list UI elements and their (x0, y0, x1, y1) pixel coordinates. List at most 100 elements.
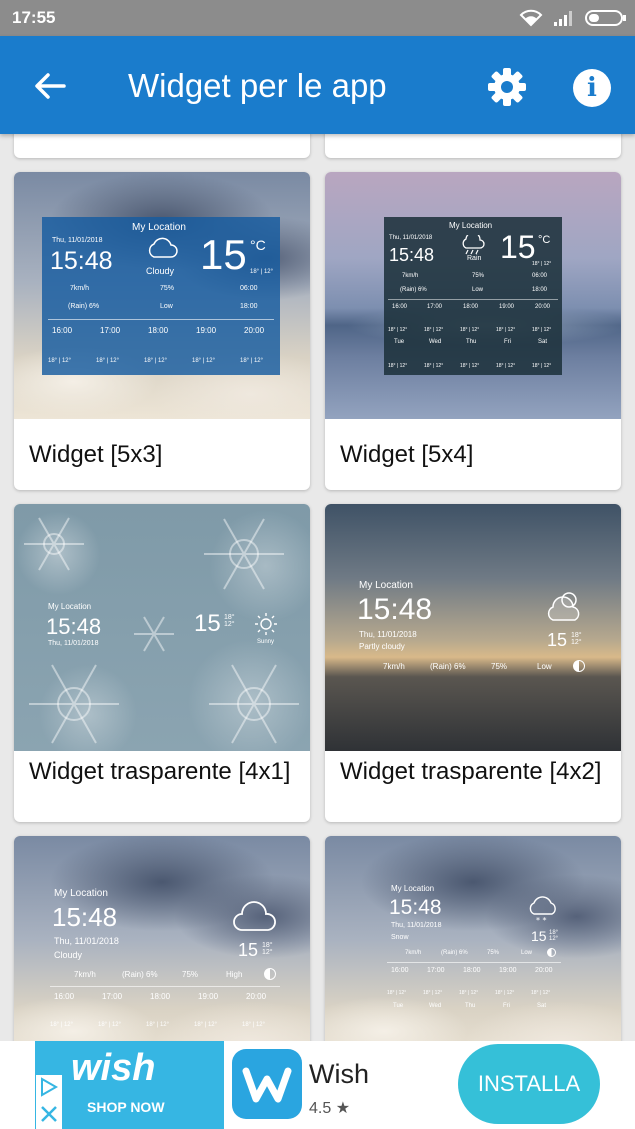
widget-date: Thu, 11/01/2018 (52, 237, 103, 244)
widget-humidity: 75% (182, 970, 199, 979)
widget-temp: 15 (238, 940, 259, 960)
widget-uv: Low (472, 287, 484, 293)
signal-icon (554, 11, 572, 26)
hour-temp: 18° | 12° (48, 358, 72, 364)
hour-temp: 18° | 12° (532, 327, 552, 333)
hour-temp: 18° | 12° (242, 1022, 266, 1028)
hour-temp: 18° | 12° (495, 990, 515, 996)
day-temp: 18° | 12° (424, 363, 444, 369)
widget-rain: (Rain) 6% (122, 970, 158, 979)
gear-icon[interactable] (486, 66, 528, 108)
widget-temp: 15 (200, 231, 247, 278)
day-label: Fri (504, 339, 511, 345)
widget-humidity: 75% (491, 662, 508, 671)
hour-temp: 18° | 12° (144, 358, 168, 364)
widget-time: 15:48 (389, 245, 435, 265)
widget-condition: Cloudy (146, 266, 175, 276)
hour-temp: 18° | 12° (192, 358, 216, 364)
widget-list: My Location Thu, 11/01/2018 15:48 Cloudy… (0, 134, 635, 1041)
widget-time: 15:48 (46, 614, 102, 639)
widget-wind: 7km/h (402, 273, 419, 279)
divider (387, 962, 561, 963)
widget-time: 15:48 (357, 593, 433, 626)
widget-preview-4x2: My Location 15:48 Thu, 11/01/2018 Partly… (325, 504, 621, 751)
widget-minmax: 18° | 12° (532, 261, 552, 267)
widget-card-top-right[interactable] (325, 134, 621, 158)
widget-location: My Location (359, 580, 413, 591)
widget-preview-5-snow: My Location 15:48 Thu, 11/01/2018 Snow *… (325, 836, 621, 1041)
status-time: 17:55 (12, 8, 56, 27)
widget-card-5x3[interactable]: My Location Thu, 11/01/2018 15:48 Cloudy… (14, 172, 310, 490)
hour-label: 20:00 (535, 304, 551, 310)
widget-temp: 15 (547, 630, 568, 650)
hour-label: 20:00 (246, 992, 267, 1001)
page-title: Widget per le app (128, 67, 387, 104)
widget-date: Thu, 11/01/2018 (389, 235, 433, 241)
ad-banner[interactable]: wish SHOP NOW Wish 4.5 ★ INSTALLA (0, 1041, 635, 1129)
widget-card-4x2[interactable]: My Location 15:48 Thu, 11/01/2018 Partly… (325, 504, 621, 822)
widget-time: 15:48 (52, 902, 118, 932)
widget-sunset: 18:00 (240, 303, 258, 310)
widget-rain: (Rain) 6% (68, 303, 100, 310)
ad-rating-value: 4.5 (309, 1100, 332, 1117)
widget-card-top-left[interactable] (14, 134, 310, 158)
hour-label: 18:00 (463, 967, 481, 974)
hour-temp: 18° | 12° (194, 1022, 218, 1028)
hour-temp: 18° | 12° (146, 1022, 170, 1028)
day-label: Wed (429, 1003, 442, 1009)
widget-time: 15:48 (50, 247, 113, 275)
back-arrow-icon[interactable] (30, 66, 70, 106)
widget-wind: 7km/h (383, 662, 405, 671)
install-button[interactable]: INSTALLA (458, 1044, 600, 1124)
adchoices-icon[interactable] (36, 1075, 62, 1129)
widget-card-label: Widget trasparente [4x1] (29, 758, 291, 785)
hour-label: 20:00 (535, 967, 553, 974)
hour-temp: 18° | 12° (459, 990, 479, 996)
widget-humidity: 75% (160, 285, 175, 292)
hour-label: 19:00 (499, 967, 517, 974)
moon-phase-icon (573, 660, 585, 672)
hour-temp: 18° | 12° (531, 990, 551, 996)
widget-card-4x1[interactable]: My Location 15:48 Thu, 11/01/2018 15 18°… (14, 504, 310, 822)
ad-app-name: Wish (309, 1059, 369, 1089)
widget-minmax: 18° | 12° (250, 269, 274, 275)
hour-label: 17:00 (102, 992, 123, 1001)
hour-label: 20:00 (244, 326, 265, 335)
hour-label: 17:00 (427, 304, 443, 310)
widget-card-5-snow[interactable]: My Location 15:48 Thu, 11/01/2018 Snow *… (325, 836, 621, 1041)
widget-card-5-cloudy[interactable]: My Location 15:48 Thu, 11/01/2018 Cloudy… (14, 836, 310, 1041)
svg-text:* *: * * (536, 916, 547, 924)
hour-temp: 18° | 12° (388, 327, 408, 333)
widget-condition: Partly cloudy (359, 642, 405, 651)
widget-wind: 7km/h (405, 950, 422, 956)
hour-temp: 18° | 12° (424, 327, 444, 333)
widget-preview-4x1: My Location 15:48 Thu, 11/01/2018 15 18°… (14, 504, 310, 751)
day-label: Tue (394, 339, 405, 345)
day-label: Sat (538, 339, 548, 345)
widget-temp: 15 (194, 610, 221, 637)
wish-app-icon[interactable] (232, 1049, 302, 1119)
ad-rating: 4.5 ★ (309, 1098, 350, 1118)
info-icon[interactable]: i (573, 69, 611, 107)
widget-uv: Low (537, 662, 552, 671)
widget-card-5x4[interactable]: My Location Thu, 11/01/2018 15:48 Rain 1… (325, 172, 621, 490)
hour-label: 16:00 (391, 967, 409, 974)
widget-temp: 15 (531, 928, 547, 944)
status-icons (519, 9, 627, 27)
day-label: Thu (465, 1003, 476, 1009)
hour-temp: 18° | 12° (50, 1022, 74, 1028)
shop-now-text: SHOP NOW (87, 1099, 165, 1115)
widget-card-label: Widget [5x3] (29, 441, 163, 468)
widget-location: My Location (391, 884, 435, 893)
wish-banner-image[interactable]: wish SHOP NOW (35, 1041, 224, 1129)
hour-temp: 18° | 12° (496, 327, 516, 333)
widget-location: My Location (54, 888, 108, 899)
widget-card-label: Widget trasparente [4x2] (340, 758, 602, 785)
widget-wind: 7km/h (74, 970, 96, 979)
widget-5x4-panel: My Location Thu, 11/01/2018 15:48 Rain 1… (384, 217, 562, 375)
moon-phase-icon (264, 968, 276, 980)
widget-5x3-panel: My Location Thu, 11/01/2018 15:48 Cloudy… (42, 217, 280, 375)
widget-rain: (Rain) 6% (441, 950, 468, 956)
widget-condition: Snow (391, 934, 409, 941)
hour-temp: 18° | 12° (240, 358, 264, 364)
